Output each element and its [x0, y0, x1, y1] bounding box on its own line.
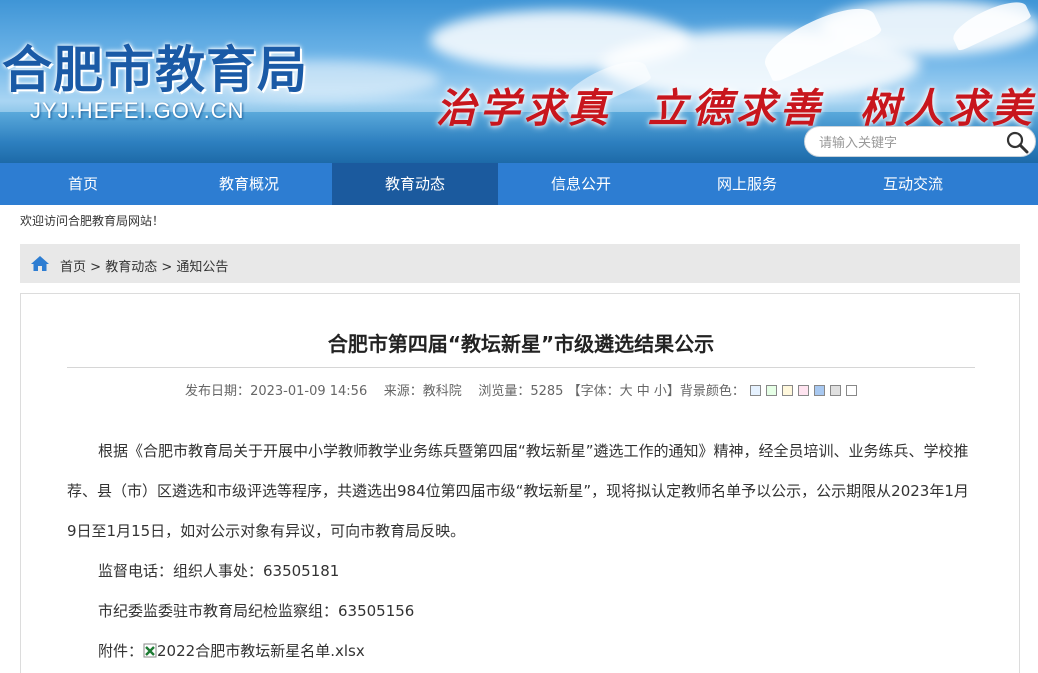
article-source: 教科院 — [422, 384, 462, 399]
bg-color-swatch[interactable] — [781, 385, 793, 396]
supervision-phone: 监督电话：组织人事处：63505181 — [98, 562, 340, 580]
site-logo-title[interactable]: 合肥市教育局 — [2, 30, 308, 102]
bg-color-swatch[interactable] — [765, 385, 777, 396]
bg-color-swatch[interactable] — [829, 385, 841, 396]
breadcrumb-separator: > — [161, 260, 173, 275]
breadcrumb-notices[interactable]: 通知公告 — [176, 260, 228, 275]
excel-file-icon — [143, 633, 157, 658]
attachment-label: 附件： — [98, 642, 144, 660]
home-icon[interactable] — [30, 255, 50, 272]
breadcrumb-text: 首页 > 教育动态 > 通知公告 — [60, 256, 228, 275]
views-label: 浏览量： — [478, 384, 531, 399]
nav-item-overview[interactable]: 教育概况 — [166, 163, 332, 205]
bg-color-swatch[interactable] — [813, 385, 825, 396]
nav-item-news[interactable]: 教育动态 — [332, 163, 498, 205]
article-paragraph: 根据《合肥市教育局关于开展中小学教师教学业务练兵暨第四届“教坛新星”遴选工作的通… — [67, 442, 969, 540]
font-size-medium-button[interactable]: 中 — [637, 384, 650, 399]
title-divider — [67, 367, 975, 368]
inspection-phone: 市纪委监委驻市教育局纪检监察组：63505156 — [98, 602, 415, 620]
bg-color-label: 背景颜色： — [679, 384, 745, 399]
bg-color-swatch[interactable] — [845, 385, 857, 396]
bg-color-swatches — [745, 384, 857, 399]
article-title: 合肥市第四届“教坛新星”市级遴选结果公示 — [327, 332, 715, 356]
main-nav: 首页 教育概况 教育动态 信息公开 网上服务 互动交流 — [0, 163, 1038, 205]
font-size-large-button[interactable]: 大 — [620, 384, 633, 399]
publish-date: 2023-01-09 14:56 — [250, 384, 368, 399]
breadcrumb: 首页 > 教育动态 > 通知公告 — [20, 244, 1020, 283]
search-input[interactable] — [817, 132, 1001, 154]
search-box — [804, 126, 1036, 157]
nav-item-disclosure[interactable]: 信息公开 — [498, 163, 664, 205]
article-container: 合肥市第四届“教坛新星”市级遴选结果公示 发布日期：2023-01-09 14:… — [20, 293, 1020, 673]
view-count: 5285 — [530, 384, 564, 399]
nav-item-interaction[interactable]: 互动交流 — [830, 163, 996, 205]
header-banner: 合肥市教育局 JYJ.HEFEI.GOV.CN 治学求真 立德求善 树人求美 — [0, 0, 1038, 163]
nav-item-home[interactable]: 首页 — [0, 163, 166, 205]
breadcrumb-home[interactable]: 首页 — [60, 260, 86, 275]
nav-item-online-service[interactable]: 网上服务 — [664, 163, 830, 205]
bg-color-swatch[interactable] — [749, 385, 761, 396]
article-meta: 发布日期：2023-01-09 14:56 来源：教科院 浏览量：5285 【字… — [21, 380, 1021, 399]
font-size-open: 【字体： — [567, 384, 620, 399]
site-logo-url: JYJ.HEFEI.GOV.CN — [30, 98, 245, 123]
breadcrumb-separator: > — [90, 260, 102, 275]
bg-color-swatch[interactable] — [797, 385, 809, 396]
source-label: 来源： — [383, 384, 423, 399]
date-label: 发布日期： — [185, 384, 251, 399]
welcome-text: 欢迎访问合肥教育局网站！ — [20, 214, 165, 228]
font-size-close: 】 — [666, 384, 680, 399]
magnifier-icon[interactable] — [1005, 130, 1029, 154]
attachment-link[interactable]: 2022合肥市教坛新星名单.xlsx — [157, 642, 365, 660]
attachment-line: 附件： 2022合肥市教坛新星名单.xlsx — [98, 631, 1008, 671]
breadcrumb-news[interactable]: 教育动态 — [105, 260, 157, 275]
font-size-small-button[interactable]: 小 — [654, 384, 667, 399]
